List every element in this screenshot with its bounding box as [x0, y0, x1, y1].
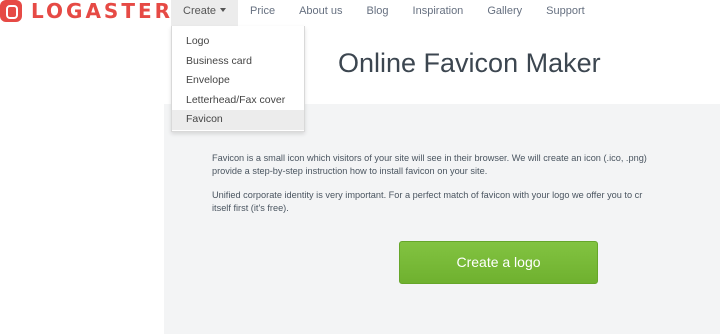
nav-item-support-label: Support	[546, 5, 585, 17]
nav-item-inspiration[interactable]: Inspiration	[401, 0, 476, 26]
create-dropdown-menu: Logo Business card Envelope Letterhead/F…	[171, 26, 305, 132]
nav-item-blog[interactable]: Blog	[355, 0, 401, 26]
nav-item-price-label: Price	[250, 5, 276, 17]
dropdown-item-business-card[interactable]: Business card	[172, 52, 304, 72]
dropdown-item-logo[interactable]: Logo	[172, 32, 304, 52]
nav-item-support[interactable]: Support	[534, 0, 597, 26]
content-panel: Favicon is a small icon which visitors o…	[164, 104, 720, 334]
top-navbar: LOGASTER Create Price About us Blog Insp…	[0, 0, 720, 30]
intro-line-2: provide a step-by-step instruction how t…	[212, 165, 488, 176]
identity-line-1: Unified corporate identity is very impor…	[212, 190, 643, 200]
dropdown-item-letterhead-fax-cover[interactable]: Letterhead/Fax cover	[172, 91, 304, 111]
identity-paragraph: Unified corporate identity is very impor…	[212, 189, 720, 214]
nav-item-about-us-label: About us	[299, 5, 343, 17]
dropdown-item-envelope[interactable]: Envelope	[172, 71, 304, 91]
main-nav: Create Price About us Blog Inspiration G…	[171, 0, 597, 26]
nav-item-about-us[interactable]: About us	[287, 0, 354, 26]
identity-line-2: itself first (it's free).	[212, 202, 289, 213]
intro-paragraph: Favicon is a small icon which visitors o…	[212, 152, 720, 177]
chevron-down-icon	[220, 8, 227, 12]
dropdown-item-favicon[interactable]: Favicon	[172, 110, 304, 130]
page-title: Online Favicon Maker	[338, 48, 601, 78]
intro-line-1: Favicon is a small icon which visitors o…	[212, 153, 647, 163]
nav-item-gallery[interactable]: Gallery	[475, 0, 534, 26]
brand-name: LOGASTER	[31, 0, 174, 23]
nav-item-create-label: Create	[183, 5, 217, 17]
nav-item-inspiration-label: Inspiration	[412, 5, 464, 17]
nav-item-price[interactable]: Price	[238, 0, 287, 26]
nav-item-create[interactable]: Create	[171, 0, 239, 26]
nav-item-blog-label: Blog	[366, 5, 389, 17]
create-a-logo-button[interactable]: Create a logo	[399, 241, 598, 284]
logaster-logo-icon	[0, 0, 22, 22]
nav-item-gallery-label: Gallery	[487, 5, 523, 17]
